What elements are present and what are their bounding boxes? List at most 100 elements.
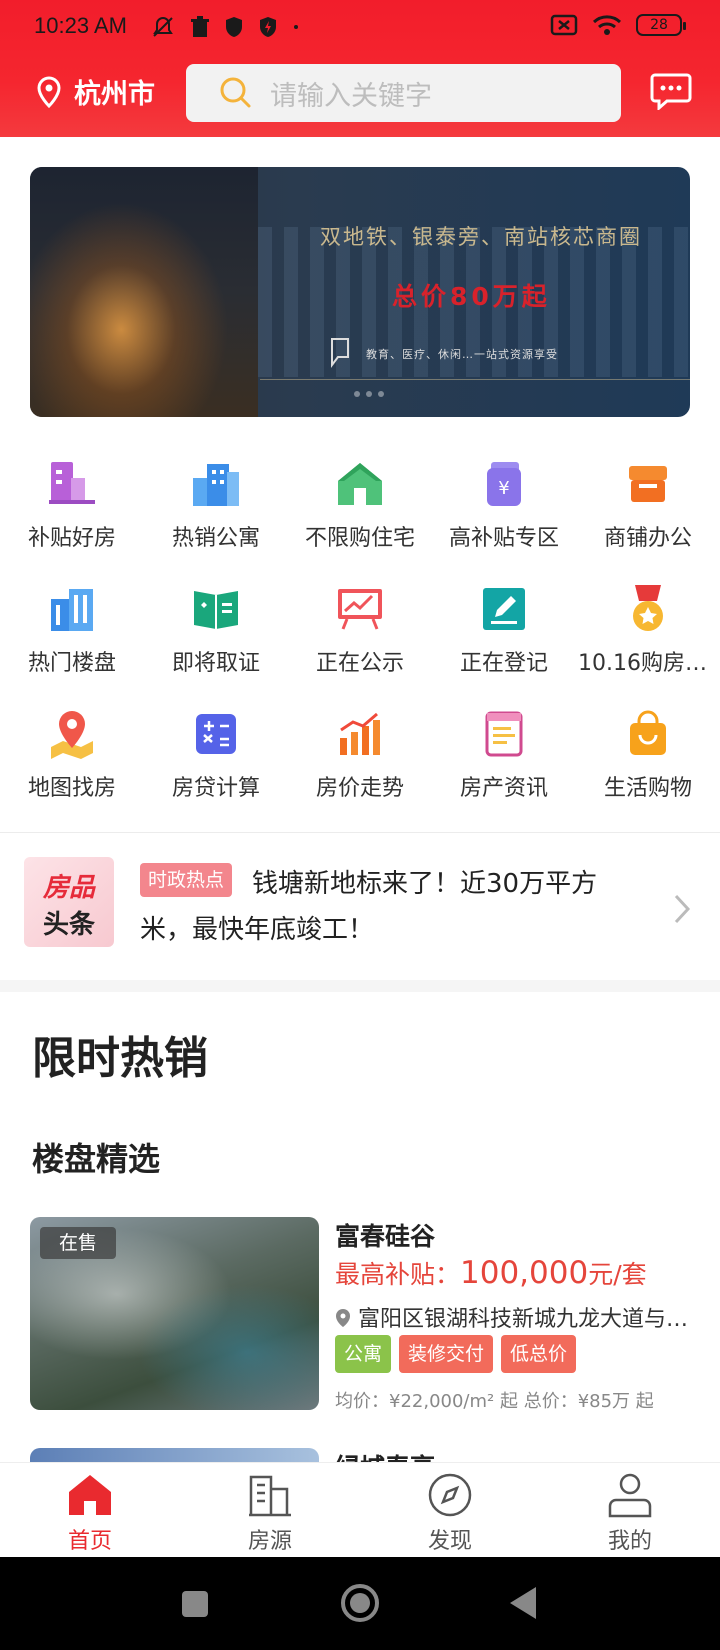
grid-label: 高补贴专区 (448, 526, 559, 551)
user-icon (608, 1473, 652, 1518)
map-pin-icon (51, 711, 93, 759)
battery-icon: 28 (636, 14, 686, 36)
address-text: 富阳区银湖科技新城九龙大道与新桐大道 (358, 1307, 690, 1332)
tab-label: 首页 (67, 1529, 112, 1554)
trash-icon (191, 16, 209, 37)
listing-photo: 在售 (30, 1217, 319, 1410)
grid-label: 补贴好房 (27, 526, 116, 551)
grid-item-hot-estates[interactable]: 热门楼盘 (0, 565, 144, 690)
status-badge: 在售 (40, 1227, 116, 1259)
headline-news[interactable]: 房品 头条 钱塘新地标来了！近30万平方米，最快年底竣工！ 时政热点 (0, 833, 720, 991)
grid-item-shops-offices[interactable]: 商铺办公 (576, 440, 720, 565)
grid-row-1: 补贴好房 热销公寓 不限购住宅 ¥ 高补贴专区 商铺办公 (0, 440, 720, 565)
grid-row-2: 热门楼盘 即将取证 正在公示 正在登记 10.16购房新政 (0, 565, 720, 690)
grid-label: 正在登记 (459, 651, 548, 676)
compass-icon (428, 1473, 472, 1517)
shop-orange-icon (629, 466, 667, 502)
category-grid: 补贴好房 热销公寓 不限购住宅 ¥ 高补贴专区 商铺办公 热门楼盘 即将取证 正… (0, 440, 720, 815)
headline-tag: 时政热点 (140, 863, 233, 897)
tower-blue-icon (51, 589, 93, 631)
grid-label: 即将取证 (171, 651, 260, 676)
subsidy-amount: 100,000 (460, 1255, 589, 1291)
banner-pagination (354, 391, 384, 397)
book-green-icon (194, 591, 238, 629)
section-subtitle: 楼盘精选 (32, 1140, 161, 1178)
search-icon (220, 77, 251, 108)
wallet-yuan-icon: ¥ (487, 462, 521, 506)
grid-item-upcoming-certificate[interactable]: 即将取证 (144, 565, 288, 690)
subsidy-label: 最高补贴： (335, 1260, 461, 1289)
status-time: 10:23 AM (34, 13, 127, 38)
grid-item-subsidy-homes[interactable]: 补贴好房 (0, 440, 144, 565)
subsidy-unit: 元/套 (588, 1260, 647, 1289)
listing-tag: 低总价 (501, 1335, 577, 1373)
tab-profile[interactable]: 我的 (540, 1463, 720, 1557)
top-header-area: 10:23 AM 28 杭州市 请输入关键字 (0, 0, 720, 137)
headline-logo-top: 房品 (42, 873, 95, 903)
sim-off-icon (550, 14, 578, 36)
bar-chart-orange-icon (340, 712, 380, 755)
listing-subsidy: 最高补贴：100,000元/套 (335, 1255, 647, 1291)
grid-row-3: 地图找房 房贷计算 房价走势 房产资讯 生活购物 (0, 690, 720, 815)
grid-item-registering[interactable]: 正在登记 (432, 565, 576, 690)
back-button[interactable] (508, 1585, 538, 1621)
tab-discover[interactable]: 发现 (360, 1463, 540, 1557)
house-green-icon (338, 463, 382, 505)
tab-home[interactable]: 首页 (0, 1463, 180, 1557)
tab-label: 我的 (607, 1529, 652, 1554)
grid-item-map-search[interactable]: 地图找房 (0, 690, 144, 815)
shield-icon (226, 17, 242, 37)
city-blue-icon (193, 464, 239, 506)
search-input[interactable]: 请输入关键字 (186, 64, 621, 122)
grid-item-shopping[interactable]: 生活购物 (576, 690, 720, 815)
tab-listings[interactable]: 房源 (180, 1463, 360, 1557)
location-pin-icon (37, 75, 61, 108)
chevron-right-icon[interactable] (672, 893, 692, 925)
tab-label: 房源 (247, 1529, 292, 1554)
listing-tag: 公寓 (335, 1335, 392, 1373)
listing-card-next[interactable]: 绿城春亭 (30, 1448, 690, 1462)
grid-item-hot-apartments[interactable]: 热销公寓 (144, 440, 288, 565)
message-icon[interactable] (650, 72, 692, 110)
grid-item-new-policy[interactable]: 10.16购房新政 (576, 565, 720, 690)
home-button[interactable] (339, 1582, 381, 1624)
svg-text:¥: ¥ (498, 478, 509, 499)
listing-card[interactable]: 在售 富春硅谷 最高补贴：100,000元/套 富阳区银湖科技新城九龙大道与新桐… (30, 1217, 690, 1412)
grid-item-unrestricted-homes[interactable]: 不限购住宅 (288, 440, 432, 565)
grid-label: 热销公寓 (171, 526, 260, 551)
status-icons-right: 28 (550, 14, 686, 36)
grid-item-mortgage-calc[interactable]: 房贷计算 (144, 690, 288, 815)
grid-label: 不限购住宅 (304, 526, 415, 551)
shopping-bag-icon (630, 710, 666, 755)
banner-line2: 总价80万起 (392, 282, 551, 311)
promo-banner[interactable]: 双地铁、银泰旁、南站核芯商圈 总价80万起 教育、医疗、休闲…一站式资源享受 (30, 167, 690, 417)
grid-label: 房产资讯 (459, 776, 548, 801)
medal-icon (633, 585, 663, 631)
banner-line3: 教育、医疗、休闲…一站式资源享受 (366, 348, 558, 361)
home-icon (69, 1475, 111, 1515)
grid-item-public-notice[interactable]: 正在公示 (288, 565, 432, 690)
shield-bolt-icon (260, 17, 276, 37)
tab-label: 发现 (427, 1529, 472, 1554)
edit-teal-icon (483, 588, 525, 630)
grid-item-property-news[interactable]: 房产资讯 (432, 690, 576, 815)
status-bar: 10:23 AM 28 (0, 0, 720, 56)
notifications-off-icon (153, 16, 173, 37)
listing-address: 富阳区银湖科技新城九龙大道与新桐大道 (335, 1301, 690, 1333)
city-selector[interactable]: 杭州市 (36, 72, 155, 111)
app-header: 杭州市 请输入关键字 (0, 62, 720, 124)
recents-button[interactable] (180, 1589, 210, 1619)
listing-price: 均价：¥22,000/m² 起 总价：¥85万 起 (335, 1391, 654, 1412)
listing-tag: 装修交付 (399, 1335, 494, 1373)
dot-icon (294, 25, 298, 29)
location-icon (336, 1309, 350, 1327)
headline-logo-bottom: 头条 (42, 910, 95, 940)
building-purple-icon (49, 462, 95, 504)
notepad-icon (485, 711, 523, 757)
calculator-icon (196, 714, 236, 754)
grid-label: 房贷计算 (171, 776, 260, 801)
grid-item-price-trend[interactable]: 房价走势 (288, 690, 432, 815)
grid-label: 地图找房 (27, 776, 116, 801)
grid-item-high-subsidy[interactable]: ¥ 高补贴专区 (432, 440, 576, 565)
city-label: 杭州市 (74, 79, 155, 109)
